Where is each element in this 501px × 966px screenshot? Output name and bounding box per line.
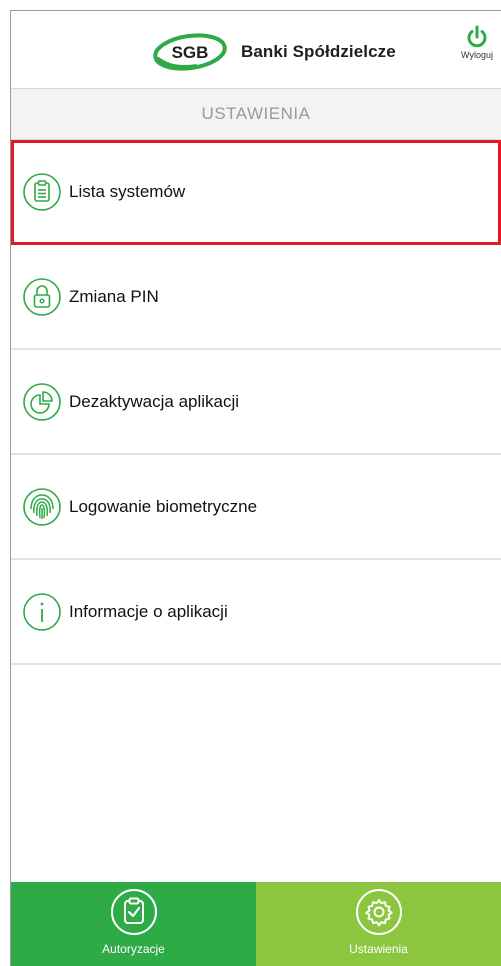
clipboard-check-icon <box>110 889 157 935</box>
power-icon <box>467 25 487 48</box>
bank-logo: SGB Banki Spółdzielcze <box>151 32 396 72</box>
logo-text: Banki Spółdzielcze <box>241 42 396 61</box>
gear-icon <box>355 889 402 935</box>
tab-settings[interactable]: Ustawienia <box>256 882 501 966</box>
sgb-logo-icon: SGB <box>153 33 227 71</box>
menu-item-biometric-login[interactable]: Logowanie biometryczne <box>11 455 501 560</box>
menu-item-label: Zmiana PIN <box>69 286 159 306</box>
tab-authorizations[interactable]: Autoryzacje <box>11 882 256 966</box>
clipboard-icon <box>22 172 62 212</box>
pie-chart-icon <box>22 382 62 422</box>
settings-menu: Lista systemów Zmiana PIN Dezaktywacja a… <box>11 140 501 665</box>
app-screen: SGB Banki Spółdzielcze Wyloguj USTAWIENI… <box>10 10 501 966</box>
tab-settings-label: Ustawienia <box>349 942 408 956</box>
fingerprint-icon <box>22 487 62 527</box>
logo-badge-text: SGB <box>172 43 209 62</box>
page-title-bar: USTAWIENIA <box>11 89 501 140</box>
logout-button[interactable]: Wyloguj <box>455 25 499 60</box>
lock-icon <box>22 277 62 317</box>
menu-item-systems-list[interactable]: Lista systemów <box>11 140 501 245</box>
menu-item-label: Logowanie biometryczne <box>69 496 258 516</box>
menu-item-label: Informacje o aplikacji <box>69 601 228 621</box>
info-icon <box>22 592 62 632</box>
menu-item-app-info[interactable]: Informacje o aplikacji <box>11 560 501 665</box>
app-header: SGB Banki Spółdzielcze Wyloguj <box>11 11 501 89</box>
menu-item-deactivate-app[interactable]: Dezaktywacja aplikacji <box>11 350 501 455</box>
menu-item-label: Dezaktywacja aplikacji <box>69 391 240 411</box>
logout-label: Wyloguj <box>461 50 493 60</box>
bottom-navigation: Autoryzacje Ustawienia <box>11 882 501 966</box>
menu-item-change-pin[interactable]: Zmiana PIN <box>11 245 501 350</box>
page-title: USTAWIENIA <box>201 104 311 123</box>
menu-item-label: Lista systemów <box>69 181 186 201</box>
tab-authorizations-label: Autoryzacje <box>102 942 165 956</box>
